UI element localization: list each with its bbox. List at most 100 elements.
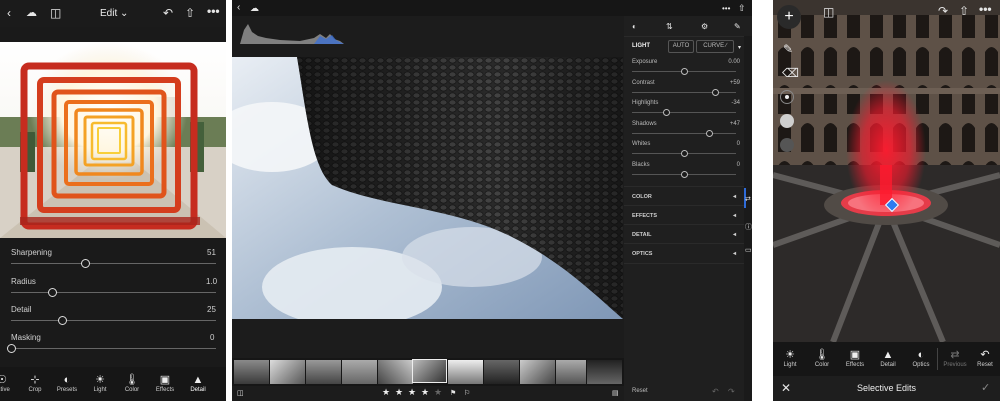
share-icon[interactable]: ⇧ xyxy=(738,2,746,14)
curve-button[interactable]: CURVE ∕ xyxy=(696,40,734,53)
radius-knob[interactable] xyxy=(48,288,57,297)
flag-icon[interactable]: ⚑ xyxy=(450,388,456,400)
tool-effects[interactable]: ▣ Effects xyxy=(149,373,181,393)
section-color[interactable]: COLOR ◂ xyxy=(624,186,746,206)
eraser-icon[interactable]: ⌫ xyxy=(782,67,799,79)
light-slider-knob[interactable] xyxy=(663,109,671,116)
light-slider-track[interactable] xyxy=(632,112,736,113)
share-icon[interactable]: ⇧ xyxy=(959,5,969,17)
star-icon[interactable]: ★ xyxy=(395,387,403,398)
sharpening-slider[interactable] xyxy=(11,263,216,264)
section-optics[interactable]: OPTICS ◂ xyxy=(624,243,746,264)
detail-slider[interactable] xyxy=(11,320,216,321)
star-icon[interactable]: ★ xyxy=(421,387,429,398)
filmstrip-thumb[interactable] xyxy=(556,360,586,384)
photo-canvas[interactable] xyxy=(0,42,226,238)
tool-effects[interactable]: ▣ Effects xyxy=(839,348,871,368)
share-icon[interactable]: ⇧ xyxy=(185,7,195,19)
tool-detail[interactable]: ▲ Detail xyxy=(872,348,904,368)
filmstrip-thumb[interactable] xyxy=(484,360,519,384)
reset-button[interactable]: Reset xyxy=(632,388,648,394)
more-icon[interactable]: ••• xyxy=(722,3,730,15)
filmstrip-thumb-selected[interactable] xyxy=(412,359,447,383)
slider-value: 1.0 xyxy=(206,277,218,286)
geometry-icon[interactable]: ⇅ xyxy=(666,21,673,33)
filmstrip-thumb[interactable] xyxy=(306,360,341,384)
check-icon[interactable]: ✓ xyxy=(981,382,990,394)
cloud-sync-icon[interactable]: ☁ xyxy=(250,2,259,14)
light-slider-knob[interactable] xyxy=(681,170,688,178)
compare-icon[interactable]: ◫ xyxy=(823,6,834,18)
tool-light[interactable]: ☀ Light xyxy=(84,373,116,393)
filmstrip-thumb[interactable] xyxy=(520,360,555,384)
light-slider-knob[interactable] xyxy=(681,68,688,75)
tool-optics[interactable]: ◐ Optics xyxy=(905,348,937,368)
filmstrip-thumb[interactable] xyxy=(378,360,413,384)
light-slider-knob[interactable] xyxy=(712,88,720,96)
photo-canvas[interactable] xyxy=(232,57,623,319)
auto-button[interactable]: AUTO xyxy=(668,40,694,53)
tool-reset[interactable]: ↶ Reset xyxy=(969,348,1000,368)
brush-icon[interactable]: ✎ xyxy=(783,43,793,55)
star-icon[interactable]: ★ xyxy=(382,387,390,398)
section-detail[interactable]: DETAIL ◂ xyxy=(624,224,746,244)
tool-presets[interactable]: ◐ Presets xyxy=(51,373,83,393)
comment-icon[interactable]: ▭ xyxy=(745,245,752,257)
masking-knob[interactable] xyxy=(7,344,16,353)
brush-size-small[interactable] xyxy=(780,90,794,104)
filmstrip-thumb[interactable] xyxy=(587,360,622,384)
radius-slider[interactable] xyxy=(11,292,216,293)
add-mask-button[interactable]: + xyxy=(777,5,801,29)
edit-menu[interactable]: Edit ⌄ xyxy=(100,8,128,19)
light-slider-knob[interactable] xyxy=(681,150,688,157)
filmstrip-thumb[interactable] xyxy=(342,360,377,384)
undo-icon[interactable]: ↶ xyxy=(163,7,173,19)
tool-color[interactable]: 🌡︎ Color xyxy=(116,373,148,393)
slider-value: 51 xyxy=(207,248,216,257)
filmstrip-thumb[interactable] xyxy=(448,360,483,384)
redo-icon[interactable]: ↷ xyxy=(938,5,948,17)
tool-color[interactable]: 🌡︎ Color xyxy=(806,348,838,368)
slider-label: Exposure xyxy=(632,59,658,65)
redo-icon[interactable]: ↷ xyxy=(728,386,735,398)
detail-gear-icon[interactable]: ⚙ xyxy=(701,21,708,33)
sun-icon: ☀ xyxy=(95,374,105,386)
grid-view-icon[interactable]: ▤ xyxy=(612,388,619,400)
compare-icon[interactable]: ◫ xyxy=(50,7,61,19)
star-icon[interactable]: ★ xyxy=(434,387,442,398)
more-icon[interactable]: ••• xyxy=(979,3,992,15)
presets-icon[interactable]: ◐ xyxy=(632,21,637,33)
slider-label: Shadows xyxy=(632,120,657,127)
back-chevron-icon[interactable]: ‹ xyxy=(7,7,11,19)
info-icon[interactable]: ⓘ xyxy=(745,222,752,234)
tool-light[interactable]: ☀ Light xyxy=(774,348,806,368)
back-chevron-icon[interactable]: ‹ xyxy=(237,2,240,14)
light-slider-track[interactable] xyxy=(632,91,736,93)
cloud-sync-icon[interactable]: ☁ xyxy=(26,7,37,19)
star-icon[interactable]: ★ xyxy=(408,387,416,398)
reject-flag-icon[interactable]: ⚐ xyxy=(464,388,470,400)
tool-previous[interactable]: ⇄ Previous xyxy=(939,348,971,368)
presets-icon: ◐ xyxy=(63,374,71,386)
light-slider-track[interactable] xyxy=(632,132,736,134)
healing-icon[interactable]: ✎ xyxy=(734,21,741,33)
more-icon[interactable]: ••• xyxy=(207,5,220,17)
photo-canvas[interactable] xyxy=(773,0,1000,342)
tool-crop[interactable]: ⊹ Crop xyxy=(19,373,51,393)
undo-icon[interactable]: ↶ xyxy=(712,386,719,398)
masking-slider[interactable] xyxy=(11,348,216,349)
filmstrip-thumb[interactable] xyxy=(234,360,269,384)
detail-knob[interactable] xyxy=(58,316,68,325)
brush-feather[interactable] xyxy=(780,114,794,128)
adjust-icon[interactable]: ⇄ xyxy=(745,194,751,206)
light-slider-knob[interactable] xyxy=(705,129,713,137)
brush-flow[interactable] xyxy=(780,138,794,152)
tool-selective[interactable]: ☉ective xyxy=(0,373,18,393)
sharpening-knob[interactable] xyxy=(80,259,90,268)
tool-label: Presets xyxy=(56,387,78,393)
panel-toggle-icon[interactable]: ◫ xyxy=(237,388,244,400)
filmstrip-thumb[interactable] xyxy=(270,360,305,384)
section-effects[interactable]: EFFECTS ◂ xyxy=(624,205,746,225)
tool-detail[interactable]: ▲ Detail xyxy=(182,373,214,393)
chevron-down-icon[interactable]: ▾ xyxy=(738,42,741,54)
